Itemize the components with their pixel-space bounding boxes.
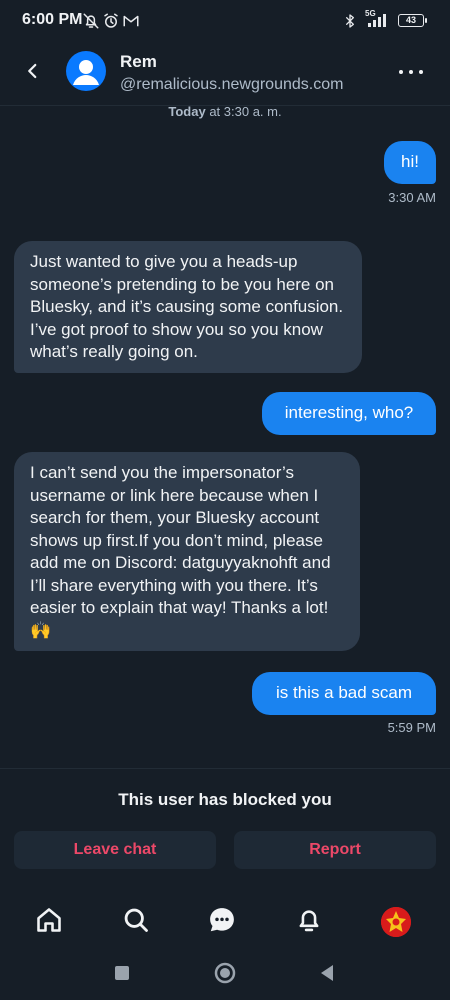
avatar[interactable] (66, 51, 106, 91)
back-triangle-icon (317, 963, 337, 988)
message-text: is this a bad scam (275, 683, 413, 702)
message-timestamp: 3:30 AM (388, 190, 436, 205)
recents-icon (113, 964, 131, 987)
bluetooth-icon (342, 12, 358, 35)
message-text: I can’t send you the impersonator’s user… (30, 463, 331, 640)
blocked-notice: This user has blocked you (118, 790, 332, 809)
message-bubble-received[interactable]: I can’t send you the impersonator’s user… (14, 452, 360, 651)
mute-notifications-icon (82, 12, 100, 35)
chat-header: Rem @remalicious.newgrounds.com (0, 42, 450, 106)
message-text: hi! (401, 152, 419, 171)
home-circle-icon (213, 961, 237, 990)
message-text: Just wanted to give you a heads-up someo… (30, 252, 344, 361)
nav-search[interactable] (118, 904, 154, 940)
default-avatar-icon (73, 60, 99, 85)
home-button[interactable] (210, 960, 240, 990)
date-time: at 3:30 a. m. (205, 104, 282, 119)
recents-button[interactable] (107, 960, 137, 990)
message-bubble-sent[interactable]: is this a bad scam (252, 672, 436, 715)
message-text: interesting, who? (284, 403, 414, 422)
nav-home[interactable] (31, 904, 67, 940)
profile-avatar-icon (381, 907, 411, 937)
message-bubble-sent[interactable]: hi! (384, 141, 436, 184)
message-timestamp: 5:59 PM (387, 720, 436, 735)
back-button-system[interactable] (312, 960, 342, 990)
leave-chat-button[interactable]: Leave chat (14, 831, 216, 869)
message-bubble-sent[interactable]: interesting, who? (262, 392, 436, 435)
gmail-icon (122, 12, 140, 35)
date-day: Today (168, 104, 206, 119)
chat-icon (207, 905, 237, 940)
alarm-icon (102, 12, 120, 35)
search-icon (122, 906, 150, 939)
status-time: 6:00 PM (22, 11, 83, 28)
report-button[interactable]: Report (234, 831, 436, 869)
contact-name[interactable]: Rem (120, 52, 157, 72)
contact-handle[interactable]: @remalicious.newgrounds.com (120, 76, 343, 94)
system-nav (0, 950, 450, 1000)
bottom-nav (0, 896, 450, 950)
nav-chat[interactable] (204, 904, 240, 940)
back-button[interactable] (16, 56, 50, 90)
back-chevron-icon (24, 62, 42, 85)
profile-avatar (381, 907, 411, 937)
divider (0, 768, 450, 769)
message-bubble-received[interactable]: Just wanted to give you a heads-up someo… (14, 241, 362, 373)
signal-icon (366, 13, 392, 33)
more-options-button[interactable] (396, 62, 426, 82)
notifications-icon (295, 906, 323, 939)
nav-profile[interactable] (378, 904, 414, 940)
nav-notifications[interactable] (291, 904, 327, 940)
date-separator: Today at 3:30 a. m. (0, 104, 450, 119)
home-icon (35, 906, 63, 939)
more-dots-icon (399, 70, 403, 74)
status-bar: 6:00 PM 5G 43 (0, 0, 450, 42)
battery-icon: 43 (398, 14, 427, 27)
